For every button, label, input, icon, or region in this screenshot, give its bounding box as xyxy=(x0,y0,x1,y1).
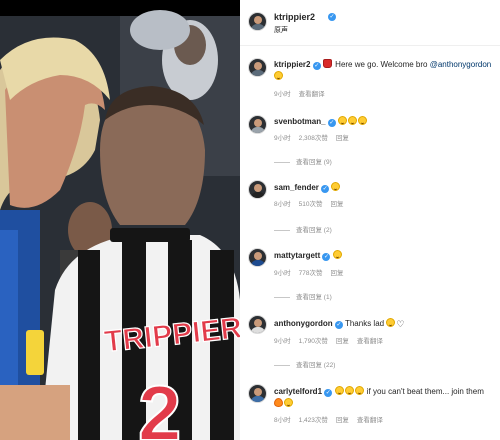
translate-link[interactable]: 查看翻译 xyxy=(357,417,383,424)
caption-text: ktrippier2 ✓ Here we go. Welcome bro @an… xyxy=(274,59,491,70)
post-header: ktrippier2 ✓ 原声 xyxy=(240,0,500,46)
comment-avatar[interactable] xyxy=(248,115,267,134)
view-replies-button[interactable]: 查看回复 (2) xyxy=(274,224,332,234)
like-count[interactable]: 510次赞 xyxy=(299,201,323,208)
comment-username[interactable]: sam_fender xyxy=(274,183,319,192)
verified-icon: ✓ xyxy=(328,13,336,21)
clap-emoji xyxy=(284,398,293,407)
shirt-number: 2 xyxy=(138,369,181,440)
laugh-emoji xyxy=(348,116,358,125)
reply-button[interactable]: 回复 xyxy=(336,338,349,345)
verified-icon: ✓ xyxy=(322,253,331,261)
smile-emoji xyxy=(386,318,396,327)
translate-link[interactable]: 查看翻译 xyxy=(357,338,383,345)
view-replies-button[interactable]: 查看回复 (22) xyxy=(274,359,335,369)
comment-meta: 8小时 510次赞 回复 xyxy=(274,198,351,208)
comment-text: carlytelford1 ✓ if you can't beat them..… xyxy=(274,386,484,397)
laugh-emoji xyxy=(358,116,368,125)
like-count[interactable]: 778次赞 xyxy=(299,270,323,277)
comment-text: anthonygordon ✓ Thanks lad ♡ xyxy=(274,318,404,330)
verified-icon: ✓ xyxy=(327,119,336,127)
comment-time: 8小时 xyxy=(274,417,291,424)
audio-label[interactable]: 原声 xyxy=(274,25,288,35)
comment-meta: 8小时 1,423次赞 回复 查看翻译 xyxy=(274,414,391,424)
comment-meta: 9小时 1,790次赞 回复 查看翻译 xyxy=(274,335,391,345)
verified-icon: ✓ xyxy=(312,62,321,70)
like-count[interactable]: 1,790次赞 xyxy=(299,338,328,345)
laugh-emoji xyxy=(338,116,348,125)
comment-avatar[interactable] xyxy=(248,248,267,267)
caption-meta: 9小时 查看翻译 xyxy=(274,88,333,98)
view-replies-button[interactable]: 查看回复 (9) xyxy=(274,156,332,166)
comment-avatar[interactable] xyxy=(248,315,267,334)
comment-meta: 9小时 778次赞 回复 xyxy=(274,267,351,277)
comment-text: sam_fender ✓ xyxy=(274,182,341,193)
comment-time: 9小时 xyxy=(274,135,291,142)
laugh-emoji xyxy=(354,386,364,395)
reply-button[interactable]: 回复 xyxy=(336,417,349,424)
comment-avatar[interactable] xyxy=(248,58,267,77)
comment-meta: 9小时 2,308次赞 回复 xyxy=(274,132,357,142)
laugh-emoji xyxy=(331,182,341,191)
comment-text: mattytargett ✓ xyxy=(274,250,343,261)
football-players-illustration: TRIPPIER 2 xyxy=(0,10,240,440)
caption-emoji-line xyxy=(274,71,284,81)
view-replies-button[interactable]: 查看回复 (1) xyxy=(274,291,332,301)
reply-button[interactable]: 回复 xyxy=(336,135,349,142)
verified-icon: ✓ xyxy=(334,321,343,329)
comment-username[interactable]: svenbotman_ xyxy=(274,117,326,126)
comment-body: if you can't beat them... join them xyxy=(364,387,484,396)
like-count[interactable]: 1,423次赞 xyxy=(299,417,328,424)
comment-username[interactable]: anthonygordon xyxy=(274,319,333,328)
reply-button[interactable]: 回复 xyxy=(330,270,343,277)
laugh-emoji xyxy=(332,250,342,259)
comment-time: 9小时 xyxy=(274,338,291,345)
like-count[interactable]: 2,308次赞 xyxy=(299,135,328,142)
author-username[interactable]: ktrippier2 xyxy=(274,12,315,22)
author-avatar[interactable] xyxy=(248,12,267,31)
grin-emoji xyxy=(274,71,283,80)
comment-avatar[interactable] xyxy=(248,180,267,199)
comment-body: Thanks lad xyxy=(344,319,387,328)
santa-hat-emoji xyxy=(322,59,332,68)
post-image[interactable]: TRIPPIER 2 xyxy=(0,0,240,440)
comment-username[interactable]: mattytargett xyxy=(274,251,320,260)
comments-panel: ktrippier2 ✓ 原声 ktrippier2 ✓ Here we go.… xyxy=(240,0,500,440)
heart-icon: ♡ xyxy=(396,319,405,329)
comment-time: 9小时 xyxy=(274,91,291,98)
comment-emoji-line xyxy=(274,398,294,408)
verified-icon: ✓ xyxy=(321,185,330,193)
translate-link[interactable]: 查看翻译 xyxy=(299,91,325,98)
comment-username[interactable]: ktrippier2 xyxy=(274,60,310,69)
comment-text: svenbotman_ ✓ xyxy=(274,116,368,127)
fire-emoji xyxy=(274,398,283,407)
comment-avatar[interactable] xyxy=(248,384,267,403)
laugh-emoji xyxy=(334,386,344,395)
mention-link[interactable]: @anthonygordon xyxy=(430,60,492,69)
comment-time: 9小时 xyxy=(274,270,291,277)
comment-time: 8小时 xyxy=(274,201,291,208)
laugh-emoji xyxy=(344,386,354,395)
reply-button[interactable]: 回复 xyxy=(330,201,343,208)
caption-body: Here we go. Welcome bro xyxy=(332,60,430,69)
comment-username[interactable]: carlytelford1 xyxy=(274,387,322,396)
verified-icon: ✓ xyxy=(324,389,333,397)
